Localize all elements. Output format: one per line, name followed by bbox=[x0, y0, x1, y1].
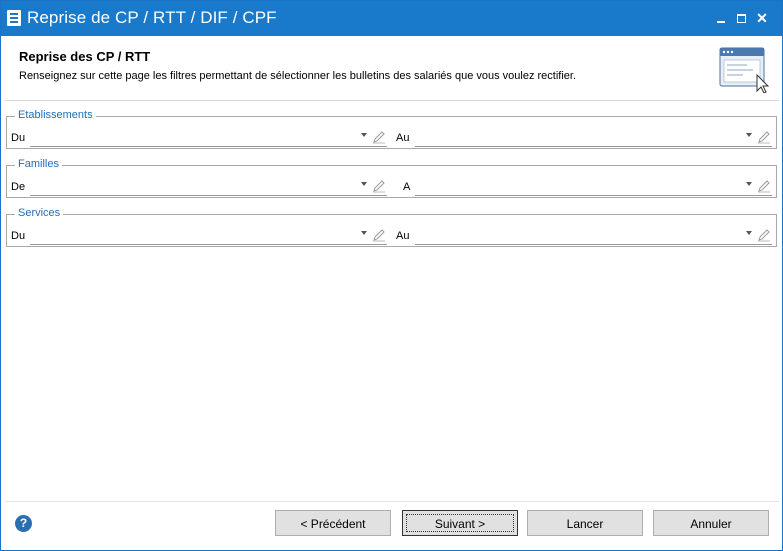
group-legend: Services bbox=[15, 207, 64, 219]
group-services: Services Du Au bbox=[6, 207, 777, 247]
etablissement-to-combo[interactable] bbox=[415, 129, 772, 147]
pencil-icon[interactable] bbox=[757, 179, 771, 193]
footer-divider bbox=[5, 501, 779, 502]
dropdown-arrow-icon[interactable] bbox=[361, 182, 367, 186]
header-divider bbox=[5, 100, 779, 101]
to-label: A bbox=[403, 181, 411, 193]
pencil-icon[interactable] bbox=[372, 179, 386, 193]
pencil-icon[interactable] bbox=[757, 130, 771, 144]
dropdown-arrow-icon[interactable] bbox=[746, 231, 752, 235]
to-label: Au bbox=[396, 230, 410, 242]
from-label: De bbox=[11, 181, 26, 193]
etablissement-from-combo[interactable] bbox=[30, 129, 387, 147]
group-legend: Familles bbox=[15, 158, 62, 170]
famille-to-combo[interactable] bbox=[415, 178, 772, 196]
page-title: Reprise des CP / RTT bbox=[19, 49, 151, 64]
from-label: Du bbox=[11, 132, 26, 144]
close-icon[interactable]: ✕ bbox=[753, 9, 771, 27]
group-etablissements: Etablissements Du Au bbox=[6, 109, 777, 149]
service-from-combo[interactable] bbox=[30, 227, 387, 245]
dialog-window: Reprise de CP / RTT / DIF / CPF ✕ Repris… bbox=[0, 0, 783, 551]
to-label: Au bbox=[396, 132, 410, 144]
cancel-button[interactable]: Annuler bbox=[653, 510, 769, 536]
page-description: Renseignez sur cette page les filtres pe… bbox=[19, 70, 577, 82]
from-label: Du bbox=[11, 230, 26, 242]
service-to-combo[interactable] bbox=[415, 227, 772, 245]
group-legend: Etablissements bbox=[15, 109, 96, 121]
group-familles: Familles De A bbox=[6, 158, 777, 198]
dropdown-arrow-icon[interactable] bbox=[361, 133, 367, 137]
dropdown-arrow-icon[interactable] bbox=[361, 231, 367, 235]
app-list-icon[interactable] bbox=[7, 10, 21, 26]
title-bar[interactable]: Reprise de CP / RTT / DIF / CPF ✕ bbox=[1, 1, 782, 36]
pencil-icon[interactable] bbox=[757, 228, 771, 242]
window-cursor-illustration bbox=[719, 47, 770, 93]
window-title: Reprise de CP / RTT / DIF / CPF bbox=[27, 8, 277, 27]
minimize-icon[interactable] bbox=[713, 9, 731, 27]
maximize-icon[interactable] bbox=[733, 9, 751, 27]
next-button[interactable]: Suivant > bbox=[402, 510, 518, 536]
launch-button[interactable]: Lancer bbox=[527, 510, 643, 536]
dropdown-arrow-icon[interactable] bbox=[746, 182, 752, 186]
previous-button[interactable]: < Précédent bbox=[275, 510, 391, 536]
famille-from-combo[interactable] bbox=[30, 178, 387, 196]
dropdown-arrow-icon[interactable] bbox=[746, 133, 752, 137]
help-icon[interactable]: ? bbox=[15, 515, 32, 532]
pencil-icon[interactable] bbox=[372, 228, 386, 242]
pencil-icon[interactable] bbox=[372, 130, 386, 144]
